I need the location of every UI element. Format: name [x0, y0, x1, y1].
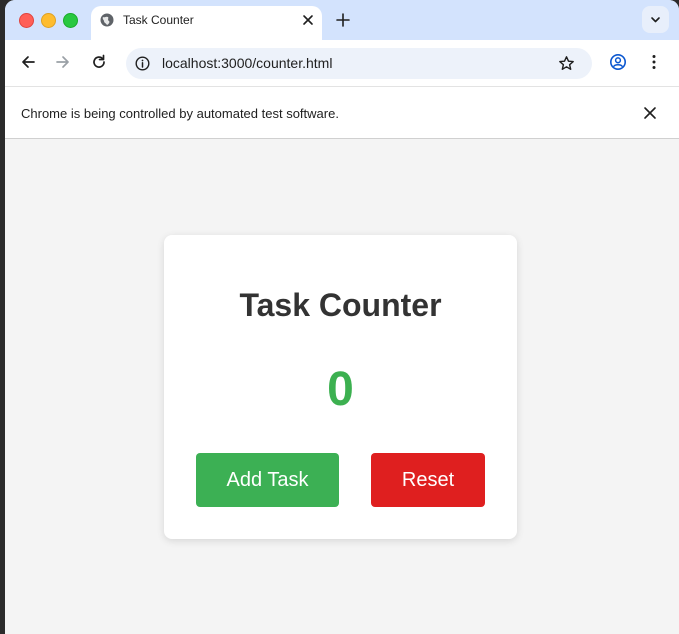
page-title: Task Counter	[239, 287, 442, 323]
tab-strip: Task Counter	[5, 0, 679, 40]
address-bar[interactable]: localhost:3000/counter.html	[126, 48, 592, 79]
chevron-down-icon	[651, 17, 660, 23]
tab-search-button[interactable]	[642, 6, 669, 33]
tab-task-counter[interactable]: Task Counter	[91, 6, 322, 40]
site-info-icon[interactable]	[135, 56, 150, 71]
new-tab-icon[interactable]	[334, 11, 352, 29]
globe-icon	[100, 13, 114, 27]
tab-title: Task Counter	[123, 13, 194, 27]
url-text[interactable]: localhost:3000/counter.html	[162, 56, 332, 71]
forward-arrow-icon[interactable]	[54, 53, 72, 71]
counter-card: Task Counter 0 Add Task Reset	[164, 235, 517, 539]
reset-button[interactable]: Reset	[371, 453, 485, 507]
task-count: 0	[327, 363, 354, 416]
automation-infobar: Chrome is being controlled by automated …	[5, 86, 679, 139]
browser-toolbar: localhost:3000/counter.html	[5, 40, 679, 86]
browser-window: Task Counter localhost:3000/counter.html…	[5, 0, 679, 634]
infobar-message: Chrome is being controlled by automated …	[21, 106, 339, 121]
minimize-window-button[interactable]	[41, 13, 56, 28]
reload-icon[interactable]	[90, 53, 108, 71]
close-window-button[interactable]	[19, 13, 34, 28]
profile-icon[interactable]	[609, 53, 627, 71]
maximize-window-button[interactable]	[63, 13, 78, 28]
close-icon[interactable]	[643, 106, 657, 120]
bookmark-star-icon[interactable]	[558, 55, 575, 72]
more-options-icon[interactable]	[645, 53, 663, 71]
add-task-button[interactable]: Add Task	[196, 453, 339, 507]
close-tab-icon[interactable]	[300, 12, 316, 28]
back-arrow-icon[interactable]	[19, 53, 37, 71]
